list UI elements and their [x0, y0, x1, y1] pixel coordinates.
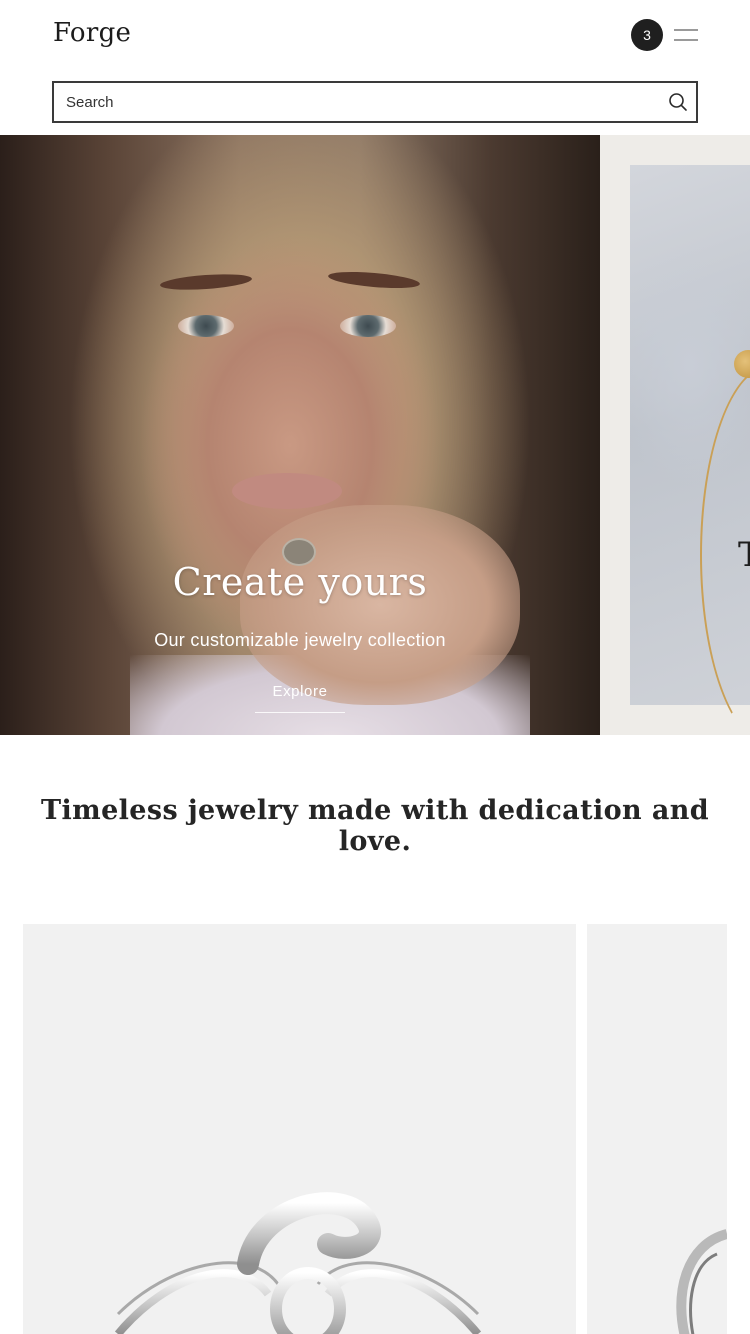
model-eye-right — [340, 315, 396, 337]
model-brow-left — [159, 271, 253, 293]
search-icon[interactable] — [668, 92, 688, 112]
hero-slide-next[interactable]: T — [630, 165, 750, 735]
menu-button[interactable] — [672, 24, 700, 46]
hero-title: Create yours — [172, 560, 428, 604]
search-bar — [52, 81, 698, 123]
logo[interactable]: Forge — [53, 18, 131, 48]
menu-bar-top — [674, 29, 698, 31]
explore-link[interactable]: Explore — [255, 683, 345, 713]
model-hand — [240, 505, 520, 705]
silver-ring-image — [114, 1192, 482, 1334]
menu-bar-bottom — [674, 39, 698, 41]
search-input[interactable] — [66, 83, 646, 121]
brand-tagline: Timeless jewelry made with dedication an… — [40, 795, 710, 857]
hero-slide-create-yours[interactable]: Create yours Our customizable jewelry co… — [0, 135, 600, 735]
necklace-pendant-image — [734, 350, 750, 378]
silver-ring-image — [676, 1229, 727, 1334]
product-card[interactable] — [23, 924, 576, 1334]
next-slide-title: T — [738, 535, 750, 575]
header: Forge 3 — [0, 0, 750, 135]
hero-carousel[interactable]: Create yours Our customizable jewelry co… — [0, 135, 750, 735]
model-eye-left — [178, 315, 234, 337]
product-card[interactable] — [587, 924, 727, 1334]
model-lips — [232, 473, 342, 509]
cart-count-badge[interactable]: 3 — [631, 19, 663, 51]
hero-subtitle: Our customizable jewelry collection — [154, 630, 446, 650]
page: Forge 3 Create yours — [0, 0, 750, 1334]
model-brow-right — [327, 269, 421, 291]
